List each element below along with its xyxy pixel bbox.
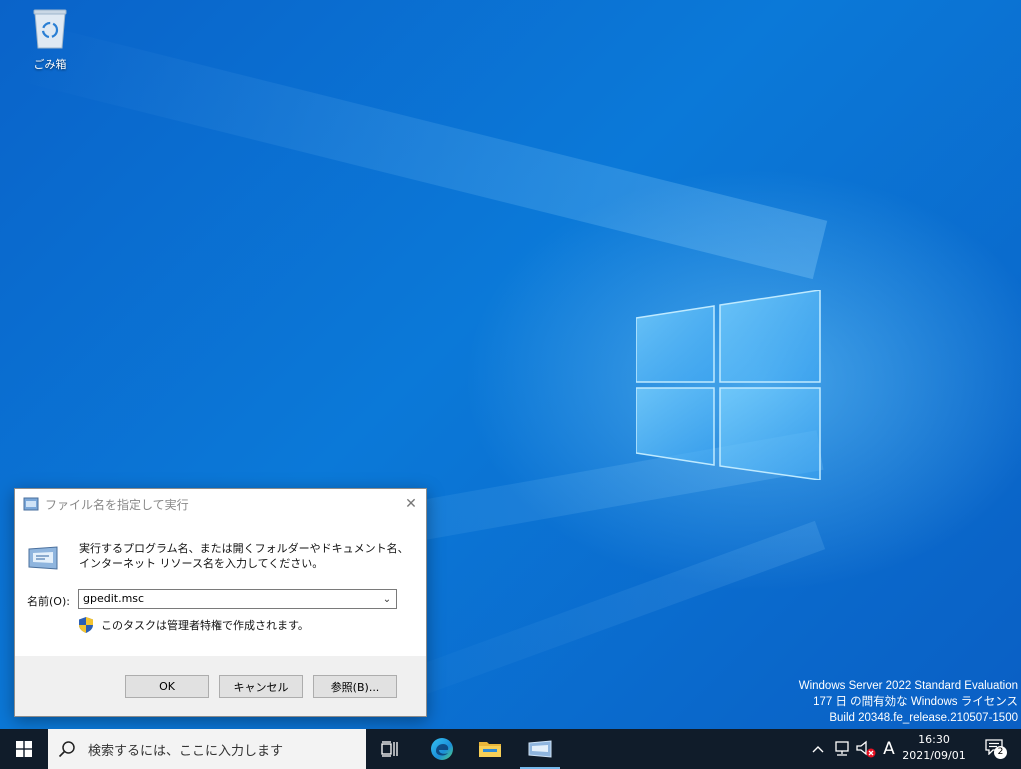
task-view-icon (381, 741, 398, 757)
dialog-title: ファイル名を指定して実行 (45, 498, 189, 512)
admin-note: このタスクは管理者特権で作成されます。 (79, 617, 309, 633)
clock-date: 2021/09/01 (902, 749, 966, 762)
name-input[interactable]: gpedit.msc (83, 592, 144, 605)
notification-count-badge: 2 (994, 746, 1007, 759)
edge-taskbar-button[interactable] (418, 729, 466, 769)
volume-muted-icon (856, 740, 876, 758)
recycle-bin-icon (33, 9, 67, 49)
watermark-edition: Windows Server 2022 Standard Evaluation (798, 680, 1018, 692)
windows-logo-wallpaper-icon (636, 290, 821, 480)
run-large-icon (28, 546, 58, 570)
clock[interactable]: 16:30 2021/09/01 (898, 732, 970, 764)
cancel-button[interactable]: キャンセル (219, 675, 303, 698)
network-button[interactable] (830, 729, 854, 769)
search-icon (58, 741, 75, 758)
ok-button[interactable]: OK (125, 675, 209, 698)
file-explorer-taskbar-button[interactable] (466, 729, 514, 769)
clock-time: 16:30 (918, 733, 950, 746)
run-icon (23, 497, 39, 511)
action-center-button[interactable]: 2 (976, 729, 1016, 769)
watermark-build: Build 20348.fe_release.210507-1500 (829, 712, 1018, 724)
chevron-up-icon (812, 746, 824, 753)
light-beam (17, 22, 828, 280)
search-placeholder: 検索するには、ここに入力します (88, 743, 284, 759)
admin-note-text: このタスクは管理者特権で作成されます。 (101, 619, 309, 632)
ime-indicator[interactable]: A (878, 729, 900, 769)
taskbar-search-box[interactable]: 検索するには、ここに入力します (48, 729, 366, 769)
desktop[interactable]: ごみ箱 Windows Server 2022 Standard Evaluat… (0, 0, 1021, 729)
chevron-down-icon[interactable]: ⌄ (380, 591, 394, 607)
uac-shield-icon (79, 617, 93, 633)
run-taskbar-button[interactable] (516, 729, 564, 769)
volume-button[interactable] (854, 729, 878, 769)
show-hidden-icons-button[interactable] (808, 729, 828, 769)
start-icon (16, 741, 32, 757)
close-button[interactable]: ✕ (396, 489, 426, 519)
browse-button[interactable]: 参照(B)... (313, 675, 397, 698)
watermark-license: 177 日 の間有効な Windows ライセンス (813, 696, 1018, 708)
dialog-titlebar[interactable]: ファイル名を指定して実行 ✕ (15, 489, 426, 519)
close-icon: ✕ (405, 496, 417, 512)
recycle-bin-label: ごみ箱 (33, 58, 67, 71)
file-explorer-icon (479, 742, 501, 757)
name-combobox[interactable]: gpedit.msc ⌄ (78, 589, 397, 609)
run-dialog: ファイル名を指定して実行 ✕ 実行するプログラム名、または開くフォルダーやドキュ… (14, 488, 427, 717)
dialog-description: 実行するプログラム名、または開くフォルダーやドキュメント名、インターネット リソ… (79, 542, 409, 570)
network-icon (835, 741, 849, 756)
name-label: 名前(O): (27, 595, 70, 608)
dialog-footer: OK キャンセル 参照(B)... (15, 656, 426, 716)
evaluation-watermark: Windows Server 2022 Standard Evaluation … (799, 678, 1018, 726)
task-view-button[interactable] (367, 729, 415, 769)
start-button[interactable] (0, 729, 48, 769)
taskbar: 検索するには、ここに入力します A 16:30 2021/09/01 2 (0, 729, 1021, 769)
recycle-bin[interactable]: ごみ箱 (24, 8, 76, 72)
run-app-icon (528, 740, 552, 758)
edge-icon (431, 738, 453, 760)
